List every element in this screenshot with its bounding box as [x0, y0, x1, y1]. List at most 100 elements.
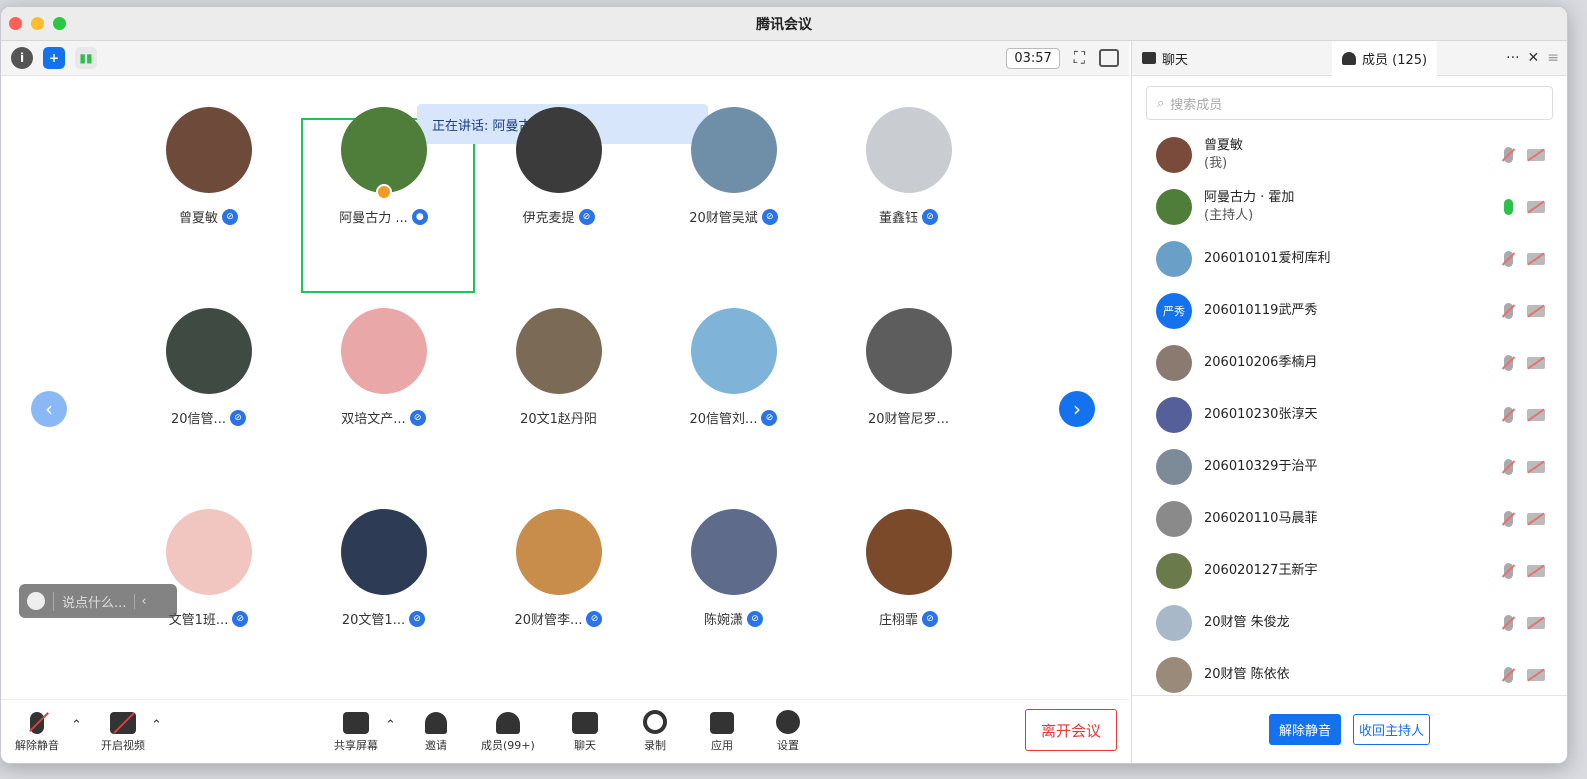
- participant-tile[interactable]: 20文管1... ⊘: [296, 479, 471, 649]
- participant-tile[interactable]: 曾夏敏 ⊘: [121, 77, 296, 247]
- sidebar-toggle-icon[interactable]: [1099, 49, 1119, 67]
- camera-off-icon[interactable]: [1527, 668, 1545, 682]
- member-row[interactable]: 20财管 朱俊龙: [1132, 597, 1567, 649]
- participant-tile[interactable]: 庄栩霏 ⊘: [821, 479, 996, 649]
- leave-meeting-button[interactable]: 离开会议: [1025, 709, 1117, 751]
- member-row[interactable]: 曾夏敏 (我): [1132, 129, 1567, 181]
- mic-muted-icon[interactable]: [1501, 459, 1516, 475]
- share-options-caret[interactable]: ⌃: [385, 718, 396, 733]
- participant-tile[interactable]: 20文1赵丹阳: [471, 278, 646, 448]
- video-options-caret[interactable]: ⌃: [151, 718, 162, 733]
- settings-button[interactable]: 设置: [776, 710, 800, 753]
- zoom-window-button[interactable]: [53, 17, 66, 30]
- participant-tile[interactable]: 阿曼古力 ... ●: [296, 77, 471, 247]
- participant-tile[interactable]: 20信管... ⊘: [121, 278, 296, 448]
- participant-tile[interactable]: 双培文产... ⊘: [296, 278, 471, 448]
- camera-off-icon[interactable]: [1527, 564, 1545, 578]
- mic-muted-icon[interactable]: [1501, 615, 1516, 631]
- avatar: [865, 308, 952, 394]
- member-name-text: 206010329于治平: [1204, 459, 1318, 474]
- camera-off-icon[interactable]: [1527, 252, 1545, 266]
- camera-off-icon[interactable]: [1527, 356, 1545, 370]
- previous-page-button[interactable]: ‹: [31, 391, 67, 427]
- camera-off-icon[interactable]: [1527, 200, 1545, 214]
- meeting-toolbar: i + ▮▮ 03:57 ⛶: [1, 41, 1129, 76]
- members-button[interactable]: 成员(99+): [481, 712, 535, 753]
- member-avatar: [1156, 241, 1192, 277]
- mic-muted-icon[interactable]: [1501, 511, 1516, 527]
- camera-off-icon[interactable]: [1527, 304, 1545, 318]
- members-panel: 聊天 成员 (125) ··· ✕ ≡ ⌕ 搜索成员 曾夏敏 (我) 阿曼古力 · …: [1131, 40, 1567, 763]
- mic-muted-icon[interactable]: [1501, 667, 1516, 683]
- member-row[interactable]: 206010230张淳天: [1132, 389, 1567, 441]
- member-row[interactable]: 206010101爱柯库利: [1132, 233, 1567, 285]
- member-row[interactable]: 206010329于治平: [1132, 441, 1567, 493]
- mic-muted-icon[interactable]: [1501, 147, 1516, 163]
- member-row[interactable]: 20财管 陈依依: [1132, 649, 1567, 701]
- search-icon: ⌕: [1157, 95, 1165, 111]
- camera-off-icon[interactable]: [1527, 616, 1545, 630]
- quick-chat-bar[interactable]: 说点什么... ‹: [19, 584, 177, 618]
- member-row[interactable]: 阿曼古力 · 霍加 (主持人): [1132, 181, 1567, 233]
- participant-tile[interactable]: 董鑫钰 ⊘: [821, 77, 996, 247]
- search-placeholder: 搜索成员: [1170, 97, 1223, 113]
- signal-icon[interactable]: ▮▮: [75, 47, 97, 69]
- participant-tile[interactable]: 20财管李... ⊘: [471, 479, 646, 649]
- info-icon[interactable]: i: [11, 47, 33, 69]
- menu-icon[interactable]: ≡: [1547, 50, 1559, 66]
- shield-icon[interactable]: +: [43, 47, 65, 69]
- member-name-text: 206010101爱柯库利: [1204, 251, 1331, 266]
- next-page-button[interactable]: ›: [1059, 391, 1095, 427]
- participant-grid: 曾夏敏 ⊘ 阿曼古力 ... ● 伊克麦提 ⊘ 20财管吴斌 ⊘ 董鑫钰 ⊘ 20信管... ⊘ 双培文…: [121, 77, 1001, 667]
- close-window-button[interactable]: [9, 17, 22, 30]
- member-name-text: 206010119武严秀: [1204, 303, 1318, 318]
- mic-muted-icon[interactable]: [1501, 407, 1516, 423]
- member-row[interactable]: 206010206季楠月: [1132, 337, 1567, 389]
- avatar: [690, 509, 777, 595]
- minimize-window-button[interactable]: [31, 17, 44, 30]
- camera-off-icon[interactable]: [1527, 512, 1545, 526]
- mic-muted-icon[interactable]: [1501, 355, 1516, 371]
- participant-name: 20财管尼罗...: [868, 408, 949, 427]
- close-icon[interactable]: ✕: [1528, 50, 1540, 66]
- member-row[interactable]: 206020127王新宇: [1132, 545, 1567, 597]
- participant-tile[interactable]: 陈婉潇 ⊘: [646, 479, 821, 649]
- record-button[interactable]: 录制: [643, 710, 667, 753]
- apps-button[interactable]: 应用: [710, 712, 734, 753]
- emoji-icon[interactable]: [27, 592, 45, 610]
- mic-on-icon[interactable]: [1504, 199, 1513, 215]
- avatar: [515, 107, 602, 193]
- fullscreen-icon[interactable]: ⛶: [1074, 48, 1085, 68]
- reclaim-host-button[interactable]: 收回主持人: [1353, 714, 1431, 745]
- invite-button[interactable]: 邀请: [425, 712, 447, 753]
- camera-off-icon[interactable]: [1527, 460, 1545, 474]
- participant-tile[interactable]: 伊克麦提 ⊘: [471, 77, 646, 247]
- chat-button[interactable]: 聊天: [572, 712, 598, 753]
- mic-muted-icon[interactable]: [1501, 251, 1516, 267]
- unmute-label: 解除静音: [15, 739, 59, 752]
- mic-muted-icon[interactable]: [1501, 563, 1516, 579]
- start-video-button[interactable]: 开启视频: [101, 712, 145, 753]
- member-name-text: 20财管 陈依依: [1204, 667, 1290, 682]
- participant-tile[interactable]: 20财管尼罗...: [821, 278, 996, 448]
- participant-name: 文管1班... ⊘: [169, 609, 249, 628]
- participant-tile[interactable]: 文管1班... ⊘: [121, 479, 296, 649]
- unmute-all-button[interactable]: 解除静音: [1268, 714, 1341, 745]
- member-row[interactable]: 206020110马晨菲: [1132, 493, 1567, 545]
- collapse-chat-icon[interactable]: ‹: [134, 593, 147, 609]
- member-search[interactable]: ⌕ 搜索成员: [1146, 86, 1553, 120]
- camera-off-icon[interactable]: [1527, 148, 1545, 162]
- tab-members[interactable]: 成员 (125): [1332, 40, 1438, 76]
- mic-status-icon: ⊘: [747, 610, 763, 627]
- participant-tile[interactable]: 20财管吴斌 ⊘: [646, 77, 821, 247]
- share-screen-button[interactable]: 共享屏幕: [334, 712, 378, 753]
- more-options-icon[interactable]: ···: [1506, 50, 1519, 66]
- audio-options-caret[interactable]: ⌃: [71, 718, 82, 733]
- member-row[interactable]: 严秀 206010119武严秀: [1132, 285, 1567, 337]
- unmute-button[interactable]: 解除静音: [15, 712, 59, 753]
- camera-off-icon[interactable]: [1527, 408, 1545, 422]
- member-name-text: 206020110马晨菲: [1204, 511, 1318, 526]
- mic-muted-icon[interactable]: [1501, 303, 1516, 319]
- participant-tile[interactable]: 20信管刘... ⊘: [646, 278, 821, 448]
- tab-chat[interactable]: 聊天: [1132, 41, 1332, 76]
